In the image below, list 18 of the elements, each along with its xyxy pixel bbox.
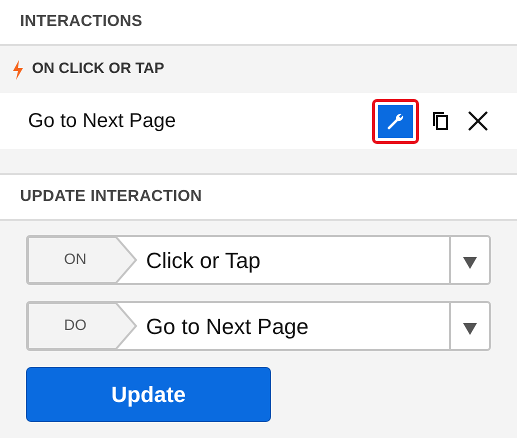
field-tag: DO <box>28 303 138 349</box>
caret-icon <box>463 257 477 269</box>
trigger-label: ON CLICK OR TAP <box>32 59 164 80</box>
update-button[interactable]: Update <box>26 367 271 422</box>
interaction-name: Go to Next Page <box>28 109 177 134</box>
dropdown-field[interactable]: DO Go to Next Page <box>26 301 491 351</box>
section-title: UPDATE INTERACTION <box>20 187 202 207</box>
field-tag: ON <box>28 237 138 283</box>
wrench-icon <box>386 111 406 131</box>
dropdown-field[interactable]: ON Click or Tap <box>26 235 491 285</box>
duplicate-button[interactable] <box>431 110 451 132</box>
section-title: INTERACTIONS <box>20 12 142 32</box>
lightning-icon <box>12 60 24 80</box>
edit-button[interactable] <box>372 98 419 144</box>
close-button[interactable] <box>467 110 489 132</box>
caret-icon <box>463 323 477 335</box>
field-value: Go to Next Page <box>145 312 310 341</box>
field-value: Click or Tap <box>145 246 262 275</box>
